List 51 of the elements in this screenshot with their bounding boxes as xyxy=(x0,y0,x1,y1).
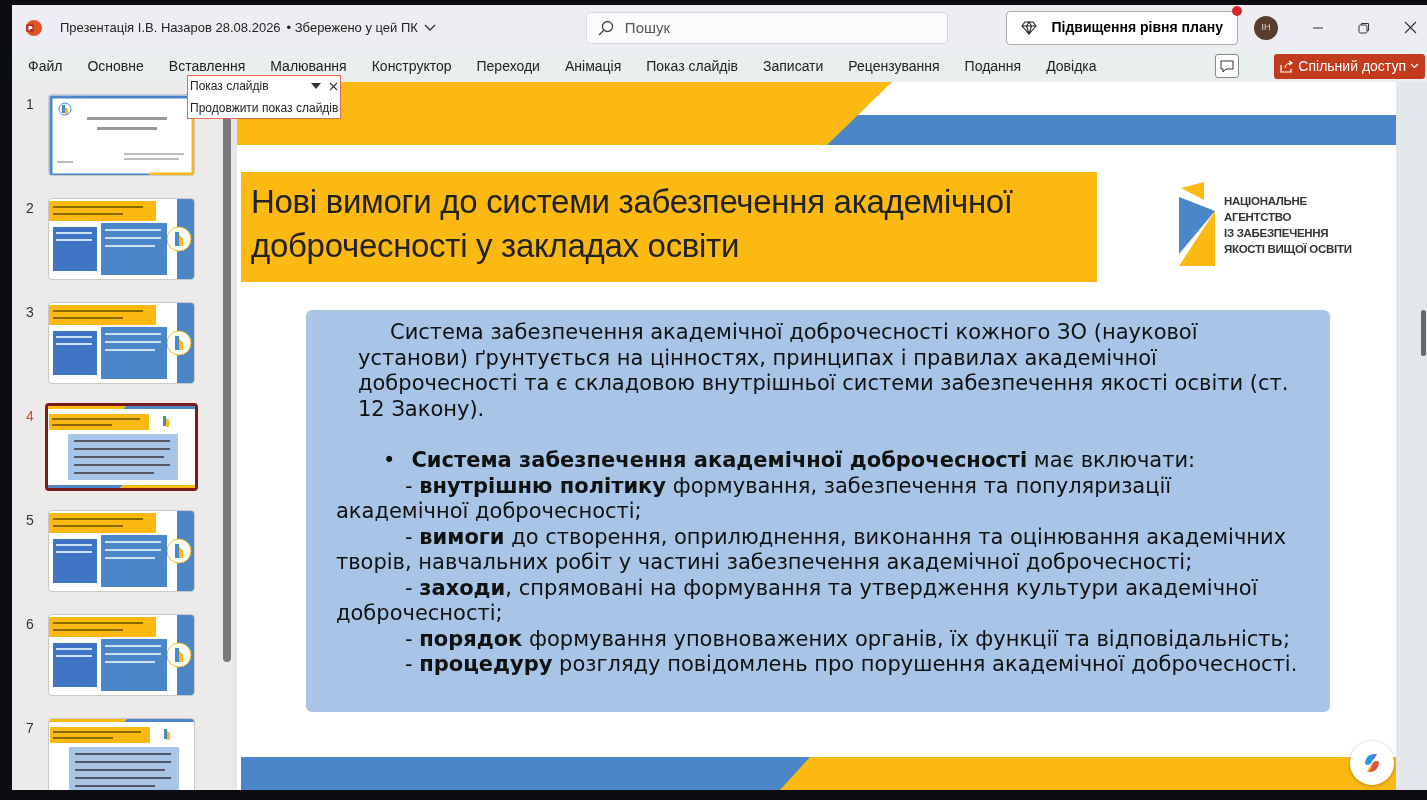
menu-tab[interactable]: Основне xyxy=(87,55,144,77)
menu-tab[interactable]: Довідка xyxy=(1046,55,1097,77)
slide-number: 4 xyxy=(25,407,35,426)
menu-tab[interactable]: Малювання xyxy=(270,55,347,77)
share-button[interactable]: Спільний доступ xyxy=(1274,53,1425,79)
bullet-text: Система забезпечення академічної доброчесності має включати: xyxy=(411,448,1196,474)
document-title: Презентація І.В. Назаров 28.08.2026 xyxy=(60,18,281,37)
diamond-icon xyxy=(1021,20,1038,35)
slide-number: 7 xyxy=(25,719,35,738)
intro-paragraph: Система забезпечення академічної доброчесності кожного ЗО (наукової установи) ґрунтується на цінностях, принципах і правилах академічної доброчесності та є складовою внутрішньої системи забезпечення якості освіти (ст. 12 Закону). xyxy=(357,320,1290,422)
menu-tab[interactable]: Анімація xyxy=(564,55,622,77)
avatar[interactable]: ІН xyxy=(1254,15,1278,40)
caret-icon xyxy=(1410,63,1419,69)
slide-title: Нові вимоги до системи забезпечення академічної xyxy=(251,182,1014,222)
bullet-mark: • xyxy=(383,448,396,474)
slide-number: 2 xyxy=(25,199,35,218)
slide-number: 6 xyxy=(25,615,35,634)
list-item: - вимоги до створення, оприлюднення, виконання та оцінювання академічних творів, навчальних робіт у частині забезпечення академічної доброчесності; xyxy=(336,524,1288,576)
restore-icon[interactable] xyxy=(1358,21,1370,34)
slide-number: 3 xyxy=(25,303,35,322)
chevron-down-icon[interactable] xyxy=(423,23,436,32)
list-item: - внутрішню політику формування, забезпечення та популяризації академічної доброчесності; xyxy=(336,473,1173,525)
menu-tab[interactable]: Рецензування xyxy=(848,55,940,77)
save-status: • Збережено у цей ПК xyxy=(286,18,418,37)
list-item: - процедуру розгляду повідомлень про порушення академічної доброчесності. xyxy=(404,652,1299,678)
menu-tab[interactable]: Показ слайдів xyxy=(646,55,738,77)
slide-number: 1 xyxy=(25,95,35,114)
share-icon xyxy=(1280,59,1295,73)
scrollbar-thumb[interactable] xyxy=(1421,310,1426,356)
comment-icon xyxy=(1220,59,1235,73)
search-field[interactable]: Пошук xyxy=(585,11,948,44)
close-icon[interactable] xyxy=(329,81,339,91)
agency-name: НАЦІОНАЛЬНЕ АГЕНТСТВО ІЗ ЗАБЕЗПЕЧЕННЯ ЯКОСТІ ВИЩОЇ ОСВІТИ xyxy=(1224,194,1352,257)
menu-tab[interactable]: Вставлення xyxy=(168,55,246,77)
close-icon[interactable] xyxy=(1404,21,1417,34)
agency-logo-icon xyxy=(1178,182,1218,268)
comments-button[interactable] xyxy=(1215,54,1240,78)
list-item: - порядок формування уповноважених органів, їх функції та відповідальність; xyxy=(404,626,1291,652)
app-icon xyxy=(24,18,42,37)
menu-tab[interactable]: Файл xyxy=(28,55,63,77)
menu-tab[interactable]: Конструктор xyxy=(371,55,452,77)
menu-tab[interactable]: Подання xyxy=(964,55,1022,77)
continue-slideshow-link[interactable]: Продовжити показ слайдів xyxy=(190,99,339,117)
menu-tab[interactable]: Записати xyxy=(763,55,824,77)
menu-tab[interactable]: Переходи xyxy=(476,55,540,77)
list-item: - заходи, спрямовані на формування та утвердження культури академічної доброчесності; xyxy=(336,575,1259,627)
tooltip-title: Показ слайдів xyxy=(190,78,269,95)
slide-number: 5 xyxy=(25,511,35,530)
search-icon xyxy=(597,19,614,36)
slide-title: доброчесності у закладах освіти xyxy=(251,226,741,266)
slide-thumbnail[interactable] xyxy=(45,403,198,491)
